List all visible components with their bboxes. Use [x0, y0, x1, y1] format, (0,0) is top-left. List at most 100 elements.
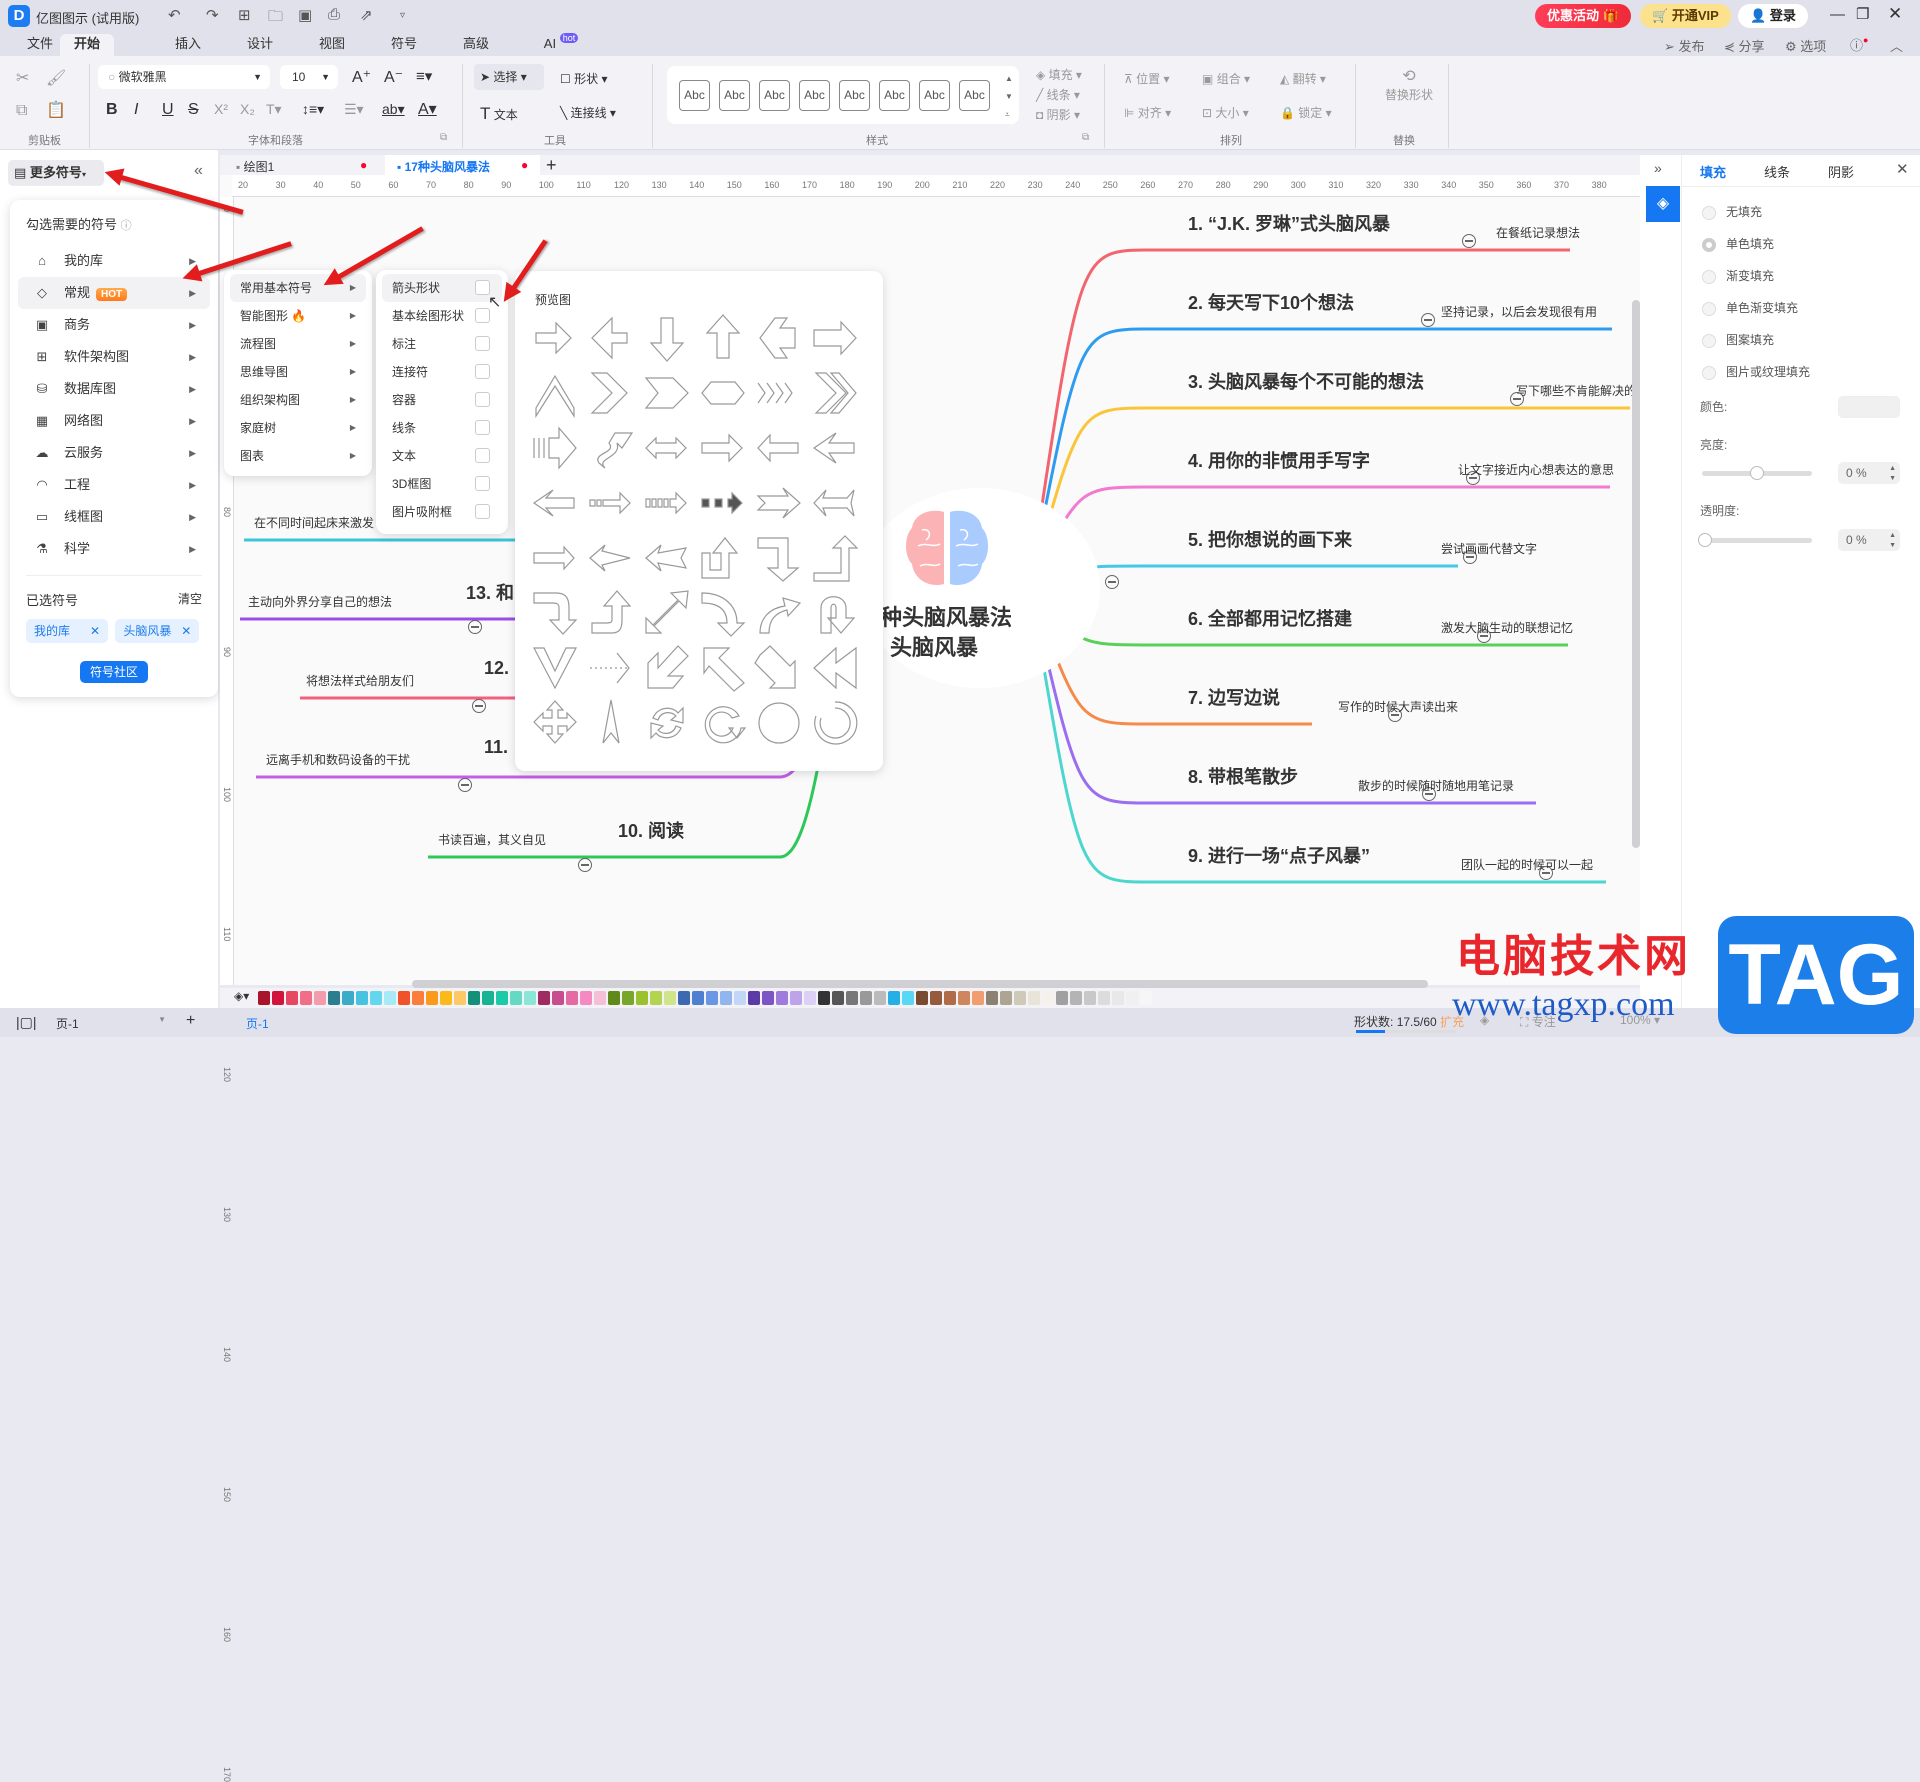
color-swatch[interactable]	[300, 991, 312, 1005]
replace-shape-button[interactable]: ⟲ 替换形状	[1382, 66, 1436, 103]
symbol-set-checkbox[interactable]	[475, 504, 490, 519]
color-swatch[interactable]	[636, 991, 648, 1005]
color-swatch[interactable]	[286, 991, 298, 1005]
arrow-shape-thumbnail[interactable]	[754, 645, 796, 689]
symbol-set-item[interactable]: 箭头形状	[382, 274, 502, 302]
arrow-shape-thumbnail[interactable]	[820, 596, 856, 634]
color-swatch[interactable]	[1070, 991, 1082, 1005]
arrow-shape-thumbnail[interactable]	[602, 699, 620, 744]
color-swatch[interactable]	[888, 991, 900, 1005]
style-sample[interactable]: Abc	[839, 80, 870, 111]
topic-note[interactable]: 主动向外界分享自己的想法	[248, 593, 392, 610]
symbol-set-item[interactable]: 线条	[382, 414, 502, 442]
arrow-shape-thumbnail[interactable]	[814, 372, 857, 414]
symbol-set-item[interactable]: 连接符	[382, 358, 502, 386]
topic-title[interactable]: 3. 头脑风暴每个不可能的想法	[1188, 368, 1424, 394]
arrow-shape-thumbnail[interactable]	[535, 374, 575, 419]
size-button[interactable]: ⊡ 大小 ▾	[1202, 104, 1249, 121]
tab-view[interactable]: 视图	[312, 34, 352, 56]
arrow-shape-thumbnail[interactable]	[813, 535, 859, 582]
color-swatch[interactable]	[944, 991, 956, 1005]
color-swatch[interactable]	[524, 991, 536, 1005]
connector-tool-button[interactable]: ╲ 连接线 ▾	[560, 104, 616, 121]
style-sample[interactable]: Abc	[919, 80, 950, 111]
arrow-shape-thumbnail[interactable]	[645, 590, 689, 634]
color-swatch[interactable]	[972, 991, 984, 1005]
topic-note[interactable]: 远离手机和数码设备的干扰	[266, 751, 410, 768]
color-swatch[interactable]	[328, 991, 340, 1005]
category-database[interactable]: ⛁ 数据库图 ▶	[18, 373, 210, 405]
arrow-shape-thumbnail[interactable]	[532, 489, 575, 517]
color-swatch[interactable]	[650, 991, 662, 1005]
category-network[interactable]: ▦ 网络图 ▶	[18, 405, 210, 437]
symbol-set-item[interactable]: 标注	[382, 330, 502, 358]
arrow-shape-thumbnail[interactable]	[757, 537, 800, 582]
topic-note[interactable]: 尝试画画代替文字	[1441, 540, 1537, 557]
topic-note[interactable]: 坚持记录，以后会发现很有用	[1441, 303, 1597, 320]
italic-icon[interactable]: I	[134, 101, 138, 119]
color-swatch[interactable]	[916, 991, 928, 1005]
color-swatch[interactable]	[1098, 991, 1110, 1005]
clear-button[interactable]: 清空	[178, 590, 202, 607]
fill-option[interactable]: 单色填充	[1642, 228, 1920, 260]
arrow-shape-thumbnail[interactable]	[535, 321, 572, 355]
align-text-icon[interactable]: ≡▾	[416, 67, 432, 85]
collapse-panel-icon[interactable]: «	[194, 162, 203, 180]
publish-button[interactable]: ➢ 发布	[1664, 36, 1705, 55]
group-button[interactable]: ▣ 组合 ▾	[1202, 70, 1250, 87]
dialog-launcher-icon[interactable]: ⧉	[440, 132, 447, 143]
fill-option[interactable]: 渐变填充	[1642, 260, 1920, 292]
doc-tab[interactable]: ▪ 绘图1 ●	[236, 158, 376, 175]
topic-title[interactable]: 4. 用你的非惯用手写字	[1188, 447, 1370, 473]
transparency-input[interactable]: 0 % ▲ ▼	[1838, 529, 1900, 551]
tab-advanced[interactable]: 高级	[456, 34, 496, 56]
color-swatch[interactable]	[468, 991, 480, 1005]
lock-button[interactable]: 🔒 锁定 ▾	[1280, 104, 1332, 121]
arrow-shape-thumbnail[interactable]	[704, 706, 747, 744]
slider-handle[interactable]	[1698, 533, 1712, 547]
arrow-shape-thumbnail[interactable]	[701, 537, 739, 579]
color-swatch[interactable]	[482, 991, 494, 1005]
add-tab-icon[interactable]: +	[546, 155, 557, 176]
line-button[interactable]: ╱ 线条 ▾	[1036, 86, 1080, 103]
close-panel-icon[interactable]: ✕	[1896, 160, 1909, 178]
decrease-font-icon[interactable]: A⁻	[384, 67, 403, 87]
symbol-community-button[interactable]: 符号社区	[79, 661, 148, 683]
redo-icon[interactable]: ↷	[206, 6, 219, 24]
submenu-item-charts[interactable]: 图表 ▶	[230, 442, 366, 470]
highlight-icon[interactable]: ab▾	[382, 101, 405, 118]
paste-icon[interactable]: 📋	[46, 100, 66, 120]
arrow-shape-thumbnail[interactable]	[533, 700, 577, 744]
symbol-set-item[interactable]: 文本	[382, 442, 502, 470]
topic-note[interactable]: 散步的时候随时随地用笔记录	[1358, 777, 1514, 794]
expand-panel-icon[interactable]: »	[1654, 160, 1662, 176]
color-picker[interactable]	[1838, 396, 1900, 418]
color-swatch[interactable]	[1084, 991, 1096, 1005]
symbol-set-item[interactable]: 容器	[382, 386, 502, 414]
color-swatch[interactable]	[706, 991, 718, 1005]
page-view-icon[interactable]: |▢|	[16, 1014, 37, 1031]
collapse-icon[interactable]	[1462, 234, 1476, 248]
arrow-shape-thumbnail[interactable]	[758, 702, 800, 744]
print-icon[interactable]: ⎙	[328, 6, 340, 23]
open-folder-icon[interactable]: 🗀	[268, 6, 283, 31]
category-wireframe[interactable]: ▭ 线框图 ▶	[18, 501, 210, 533]
topic-title[interactable]: 7. 边写边说	[1188, 684, 1280, 710]
bold-icon[interactable]: B	[106, 101, 118, 119]
undo-icon[interactable]: ↶	[168, 6, 181, 24]
tab-design[interactable]: 设计	[240, 34, 280, 56]
customize-quick-access-icon[interactable]: ▿	[400, 10, 405, 21]
arrow-shape-thumbnail[interactable]	[533, 647, 577, 690]
fill-option[interactable]: 图片或纹理填充	[1642, 356, 1920, 388]
collapse-icon[interactable]	[468, 620, 482, 634]
arrow-shape-thumbnail[interactable]	[589, 544, 631, 572]
color-swatch[interactable]	[720, 991, 732, 1005]
arrow-shape-thumbnail[interactable]	[533, 545, 575, 571]
symbol-set-item[interactable]: 基本绘图形状	[382, 302, 502, 330]
radio-button[interactable]	[1702, 205, 1716, 220]
topic-title[interactable]: 10. 阅读	[618, 817, 684, 843]
color-swatch[interactable]	[356, 991, 368, 1005]
arrow-shape-thumbnail[interactable]	[756, 487, 801, 519]
radio-button[interactable]	[1702, 365, 1716, 380]
color-swatch[interactable]	[1028, 991, 1040, 1005]
